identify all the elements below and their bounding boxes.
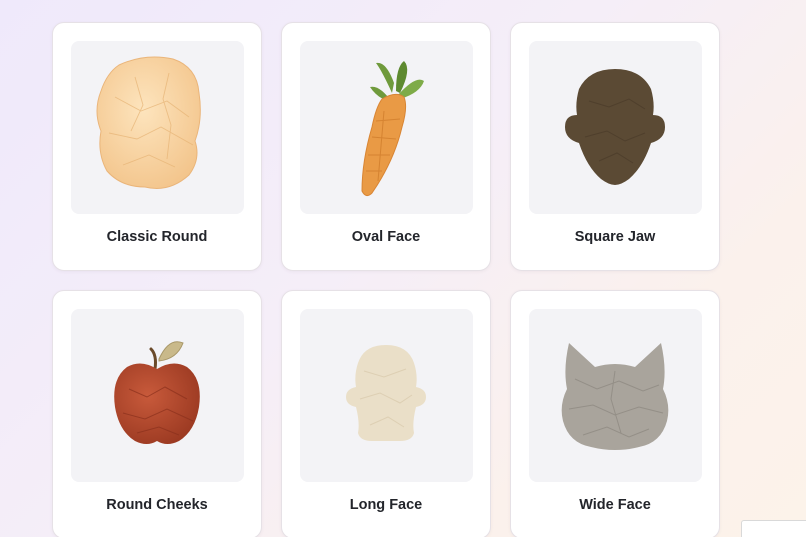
light-head-silhouette-icon	[346, 345, 426, 441]
card-label: Round Cheeks	[106, 497, 208, 513]
cat-head-icon	[561, 343, 669, 450]
card-label: Oval Face	[351, 229, 421, 245]
thumbnail	[71, 309, 244, 482]
face-shape-card-classic-round[interactable]: Classic Round	[52, 22, 262, 271]
face-shape-card-square-jaw[interactable]: Square Jaw	[510, 22, 720, 271]
face-shape-card-round-cheeks[interactable]: Round Cheeks	[52, 290, 262, 537]
thumbnail	[71, 41, 244, 214]
thumbnail	[529, 41, 702, 214]
dark-head-silhouette-icon	[565, 69, 665, 185]
corner-panel	[741, 520, 806, 537]
thumbnail	[529, 309, 702, 482]
card-label: Classic Round	[106, 229, 208, 245]
face-shape-card-oval-face[interactable]: Oval Face	[281, 22, 491, 271]
face-shape-grid: Classic Round Oval Face Square Jaw Round…	[52, 22, 720, 537]
face-shape-card-wide-face[interactable]: Wide Face	[510, 290, 720, 537]
thumbnail	[300, 41, 473, 214]
card-label: Wide Face	[579, 497, 651, 513]
face-shape-card-long-face[interactable]: Long Face	[281, 290, 491, 537]
card-label: Long Face	[349, 497, 423, 513]
apple-icon	[114, 341, 200, 444]
thumbnail	[300, 309, 473, 482]
card-label: Square Jaw	[574, 229, 656, 245]
crumpled-paper-round-icon	[96, 56, 201, 189]
carrot-icon	[361, 61, 424, 197]
